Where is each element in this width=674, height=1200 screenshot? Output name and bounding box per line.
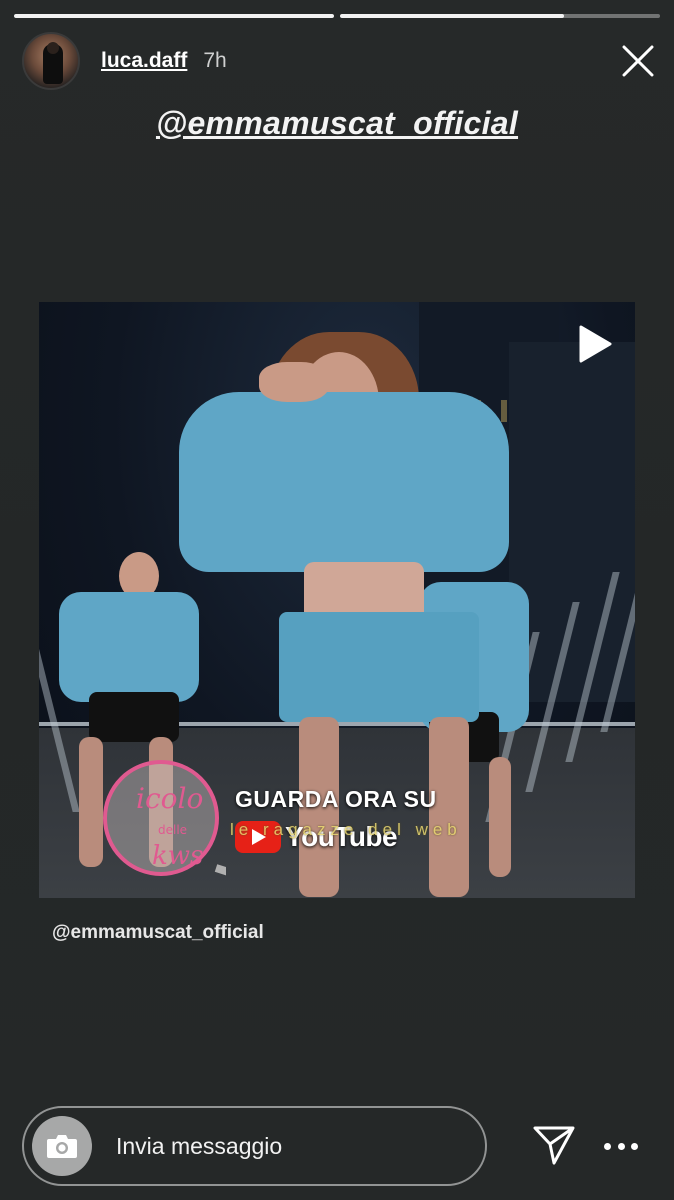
building-window — [501, 400, 507, 422]
username[interactable]: luca.daff — [101, 49, 187, 73]
post-caption[interactable]: @emmamuscat_official — [52, 922, 264, 944]
paper-plane-icon[interactable] — [532, 1124, 576, 1166]
mention-sticker[interactable]: @emmamuscat_official — [0, 105, 674, 142]
progress-fill — [14, 14, 334, 18]
close-icon[interactable] — [620, 43, 656, 79]
progress-segment — [14, 14, 334, 18]
camera-icon[interactable] — [32, 1116, 92, 1176]
story-header: luca.daff 7h — [22, 32, 656, 90]
message-input[interactable]: Invia messaggio — [22, 1106, 487, 1186]
avatar[interactable] — [22, 32, 80, 90]
watermark-logo: icolo delle kws — [103, 760, 226, 876]
play-icon[interactable] — [577, 324, 613, 364]
watermark-text: le ragazze del web — [230, 820, 462, 839]
svg-text:icolo: icolo — [136, 782, 203, 815]
message-placeholder: Invia messaggio — [116, 1132, 283, 1159]
story-progress — [14, 14, 660, 18]
progress-segment — [340, 14, 660, 18]
post-time: 7h — [203, 49, 227, 72]
progress-fill — [340, 14, 564, 18]
story-viewer: luca.daff 7h @emmamuscat_official GUARDA… — [0, 0, 674, 1200]
more-dots-icon[interactable] — [604, 1134, 638, 1158]
svg-text:delle: delle — [158, 823, 187, 837]
svg-text:kws: kws — [152, 841, 203, 871]
overlay-guarda: GUARDA ORA SU — [235, 786, 437, 812]
